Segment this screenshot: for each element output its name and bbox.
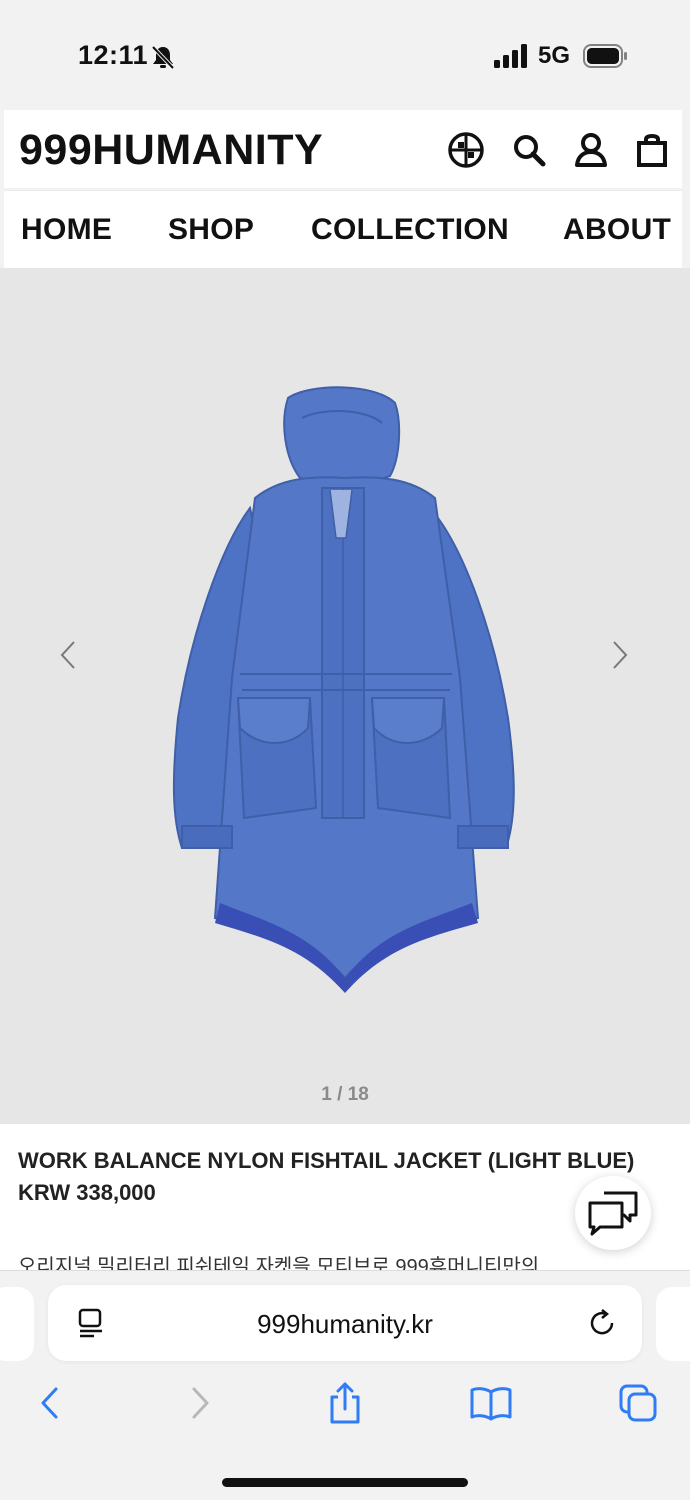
status-time: 12:11 [78, 40, 149, 70]
nav-item-home[interactable]: HOME [21, 213, 112, 247]
nav-item-about[interactable]: ABOUT [563, 213, 671, 247]
bag-icon[interactable] [632, 130, 672, 170]
search-icon[interactable] [509, 130, 549, 170]
bell-slash-icon [151, 45, 175, 70]
chevron-right-icon[interactable] [608, 638, 632, 672]
product-title: WORK BALANCE NYLON FISHTAIL JACKET (LIGH… [18, 1148, 635, 1173]
product-image[interactable] [160, 378, 530, 998]
signal-icon [494, 44, 527, 68]
book-icon [470, 1387, 512, 1421]
address-bar[interactable]: 999humanity.kr [48, 1285, 642, 1361]
site-header: 999HUMANITY [4, 110, 682, 188]
chevron-left-icon[interactable] [56, 638, 80, 672]
back-button[interactable] [28, 1381, 72, 1425]
product-gallery[interactable]: 1 / 18 [0, 268, 690, 1124]
nav-item-collection[interactable]: COLLECTION [311, 213, 509, 247]
product-price: KRW 338,000 [18, 1180, 156, 1205]
chat-button[interactable] [575, 1176, 651, 1250]
gallery-counter: 1 / 18 [321, 1084, 369, 1105]
browser-toolbar: 999humanity.kr [0, 1270, 690, 1500]
network-label: 5G [538, 42, 571, 69]
url-text[interactable]: 999humanity.kr [48, 1309, 642, 1340]
product-description: 오리지널 밀리터리 피쉬테일 자켓을 모티브로 999휴머니티만의 [18, 1256, 540, 1270]
home-indicator [222, 1478, 468, 1487]
forward-arrow-icon [192, 1387, 209, 1419]
tabs-icon [619, 1384, 657, 1422]
globe-icon[interactable] [446, 130, 486, 170]
reload-icon[interactable] [588, 1307, 618, 1339]
share-icon [330, 1382, 360, 1424]
chat-bubbles-icon [588, 1191, 638, 1236]
nav-item-shop[interactable]: SHOP [168, 213, 254, 247]
site-logo[interactable]: 999HUMANITY [19, 126, 323, 175]
share-button[interactable] [323, 1381, 367, 1425]
battery-icon [583, 44, 627, 68]
back-arrow-icon [41, 1387, 58, 1419]
main-nav: HOME SHOP COLLECTION ABOUT [4, 190, 682, 268]
forward-button[interactable] [178, 1381, 222, 1425]
previous-tab-preview[interactable] [0, 1287, 34, 1361]
tabs-button[interactable] [616, 1381, 660, 1425]
status-bar: 12:11 5G [0, 0, 690, 110]
user-icon[interactable] [571, 130, 611, 170]
bookmarks-button[interactable] [469, 1381, 513, 1425]
next-tab-preview[interactable] [656, 1287, 690, 1361]
